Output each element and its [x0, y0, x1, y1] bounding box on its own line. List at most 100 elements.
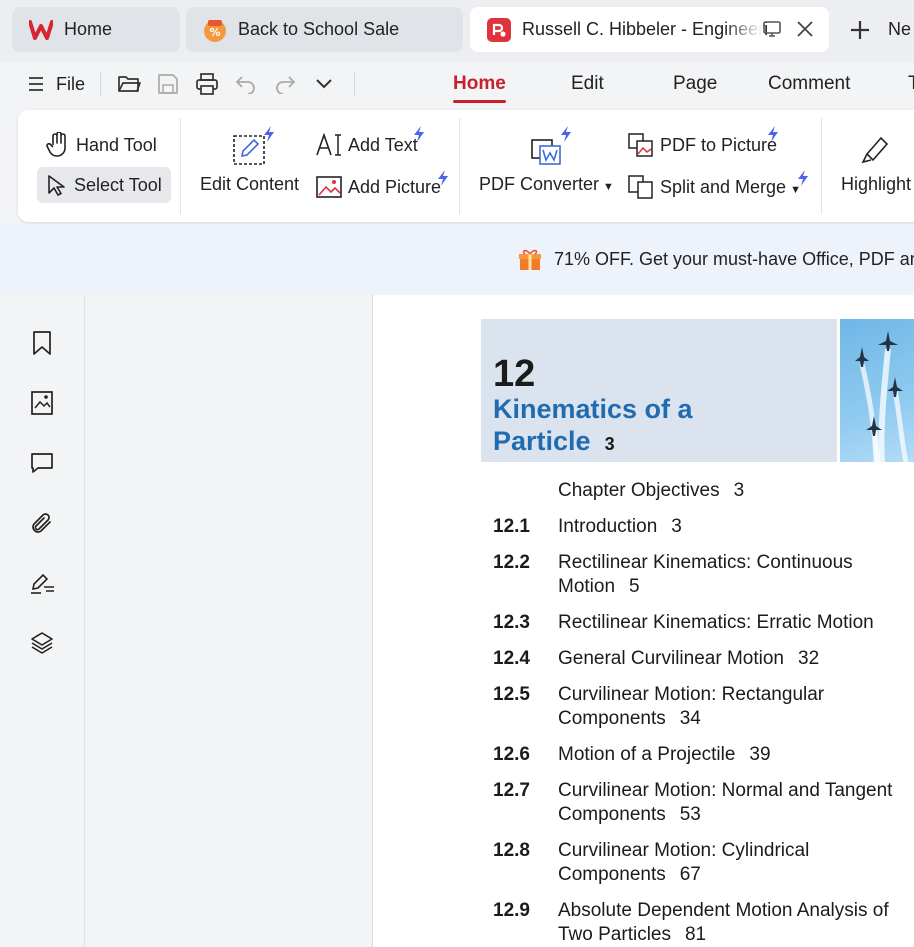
ai-spark-icon [796, 170, 810, 186]
menu-row: File Home Edit Page Comment T [0, 62, 914, 106]
ai-spark-icon [559, 126, 573, 142]
toc-title: Rectilinear Kinematics: Erratic Motion [558, 612, 874, 633]
toc-page-number: 67 [679, 864, 701, 885]
add-picture-button[interactable]: Add Picture [316, 172, 441, 202]
split-and-merge-label: Split and Merge ▼ [660, 176, 801, 197]
highlight-button[interactable]: Highlight [841, 132, 911, 195]
add-text-label: Add Text [348, 134, 418, 155]
toc-title: Chapter Objectives [558, 480, 720, 501]
pdf-converter-label: PDF Converter ▼ [479, 174, 614, 194]
redo-icon[interactable] [271, 70, 299, 98]
chapter-header: 12 Kinematics of a Particle 3 [481, 319, 837, 462]
undo-icon[interactable] [232, 70, 260, 98]
ribbon-toolbar: Hand Tool Select Tool Edit Content Add T… [18, 110, 914, 222]
split-and-merge-button[interactable]: Split and Merge ▼ [628, 172, 801, 202]
cursor-icon [46, 174, 68, 196]
toc-entry: Curvilinear Motion: Cylindrical Componen… [558, 839, 914, 887]
divider [354, 72, 355, 96]
caret-down-icon: ▼ [603, 181, 614, 193]
add-text-button[interactable]: Add Text [316, 130, 418, 160]
toc-page-number: 3 [671, 516, 682, 537]
toc-title: Curvilinear Motion: Normal and Tangent C… [558, 780, 893, 825]
open-folder-icon[interactable] [115, 70, 143, 98]
bookmark-icon[interactable] [28, 329, 56, 357]
add-picture-label: Add Picture [348, 176, 442, 197]
toc-title: Absolute Dependent Motion Analysis of Tw… [558, 900, 889, 945]
file-label: File [56, 73, 86, 94]
toc-section-number: 12.5 [493, 684, 530, 705]
hand-tool-button[interactable]: Hand Tool [46, 130, 157, 160]
pdf-converter-button[interactable]: PDF Converter ▼ [479, 132, 614, 195]
thumbnail-icon[interactable] [28, 389, 56, 417]
file-menu[interactable]: File [28, 62, 85, 106]
select-tool-button[interactable]: Select Tool [37, 167, 171, 203]
gift-icon [518, 248, 542, 272]
sale-badge-icon: % [202, 17, 228, 43]
toc-section-number: 12.4 [493, 648, 530, 669]
toc-entry: Motion of a Projectile 39 [558, 743, 914, 767]
tab-edit[interactable]: Edit [571, 62, 604, 106]
pdf-to-picture-button[interactable]: PDF to Picture [628, 130, 777, 160]
toc-entry: Introduction 3 [558, 515, 914, 539]
ai-spark-icon [766, 126, 780, 142]
ai-spark-icon [412, 126, 426, 142]
split-merge-icon [628, 175, 654, 199]
promo-banner[interactable]: 71% OFF. Get your must-have Office, PDF … [0, 224, 914, 295]
edit-content-label: Edit Content [200, 174, 300, 194]
divider [180, 118, 181, 214]
tab-home-ribbon[interactable]: Home [453, 62, 506, 106]
toc-entry: Curvilinear Motion: Normal and Tangent C… [558, 779, 914, 827]
chapter-title-line2: Particle [493, 426, 591, 456]
tab-more[interactable]: T [908, 62, 914, 106]
toc-section-number: 12.2 [493, 552, 530, 573]
toc-page-number: 34 [679, 708, 701, 729]
ai-spark-icon [436, 170, 450, 186]
toc-entry: Absolute Dependent Motion Analysis of Tw… [558, 899, 914, 947]
picture-icon [316, 175, 342, 199]
toc-section-number: 12.3 [493, 612, 530, 633]
toc-entry: Rectilinear Kinematics: Continuous Motio… [558, 551, 914, 599]
chevron-down-icon[interactable] [310, 70, 338, 98]
toc-entry: Rectilinear Kinematics: Erratic Motion [558, 611, 914, 635]
layers-icon[interactable] [28, 629, 56, 657]
tab-comment[interactable]: Comment [768, 62, 850, 106]
toc-page-number: 81 [684, 924, 707, 945]
new-tab-button[interactable]: Ne [850, 19, 911, 40]
highlighter-icon [859, 132, 893, 166]
close-icon[interactable] [796, 20, 814, 38]
divider [100, 72, 101, 96]
toc-section-number: 12.9 [493, 900, 530, 921]
navigation-panel [85, 295, 373, 947]
wps-logo-icon [28, 17, 54, 43]
toc-entry: General Curvilinear Motion 32 [558, 647, 914, 671]
add-text-icon [316, 133, 342, 157]
print-icon[interactable] [193, 70, 221, 98]
tab-document[interactable]: Russell C. Hibbeler - Engineeri [470, 7, 829, 52]
attachment-icon[interactable] [28, 509, 56, 537]
toc-section-number: 12.8 [493, 840, 530, 861]
toc-section-number: 12.7 [493, 780, 530, 801]
pdf-page[interactable]: 12 Kinematics of a Particle 3 Chapter Obj… [373, 295, 914, 947]
tab-page[interactable]: Page [673, 62, 717, 106]
tab-bar: Home % Back to School Sale Russell C. Hi… [0, 0, 914, 62]
hand-icon [46, 132, 70, 158]
new-tab-label: Ne [888, 19, 912, 39]
toc-page-number: 3 [733, 480, 745, 501]
save-icon[interactable] [154, 70, 182, 98]
comment-icon[interactable] [28, 449, 56, 477]
edit-content-button[interactable]: Edit Content [200, 132, 299, 195]
signature-icon[interactable] [28, 569, 56, 597]
hand-tool-label: Hand Tool [76, 134, 157, 155]
highlight-label: Highlight [841, 174, 912, 194]
tab-home[interactable]: Home [12, 7, 180, 52]
select-tool-label: Select Tool [74, 174, 162, 195]
toc-page-number: 39 [749, 744, 771, 765]
toc-page-number: 53 [679, 804, 701, 825]
toc-section-number: 12.1 [493, 516, 530, 537]
monitor-icon[interactable] [762, 19, 782, 39]
promo-text: 71% OFF. Get your must-have Office, PDF … [554, 249, 914, 269]
toc-page-number: 32 [798, 648, 820, 669]
tab-sale[interactable]: % Back to School Sale [186, 7, 463, 52]
tab-label-fade [723, 7, 763, 52]
pdf-to-picture-icon [628, 133, 654, 157]
